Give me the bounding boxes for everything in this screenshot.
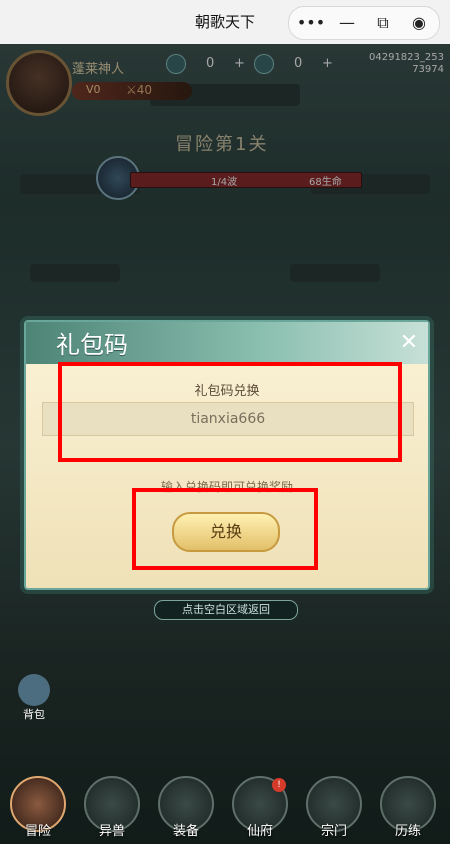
- nav-label: 装备: [172, 824, 199, 839]
- record-icon[interactable]: ◉: [401, 7, 437, 39]
- nav-label: 异兽: [98, 824, 125, 839]
- nav-adventure[interactable]: 冒险: [6, 776, 70, 844]
- nav-label: 仙府: [246, 824, 273, 839]
- nav-training[interactable]: 历练: [376, 776, 440, 844]
- nav-beasts[interactable]: 异兽: [80, 776, 144, 844]
- close-icon[interactable]: ✕: [394, 328, 424, 358]
- alert-badge: !: [272, 778, 286, 792]
- tap-to-close-hint[interactable]: 点击空白区域返回: [154, 600, 298, 620]
- nav-label: 冒险: [24, 824, 51, 839]
- bottom-nav: 冒险 异兽 装备 ! 仙府 宗门 历练: [0, 776, 450, 844]
- swap-icon[interactable]: ⧉: [365, 7, 401, 39]
- more-dots-icon[interactable]: •••: [293, 7, 329, 39]
- nav-label: 宗门: [320, 824, 347, 839]
- bag-label: 背包: [23, 708, 45, 721]
- mini-program-title-bar: 朝歌天下 ••• — ⧉ ◉: [0, 0, 450, 45]
- highlight-box-button: [132, 488, 318, 570]
- bag-icon: [18, 674, 50, 706]
- dialog-title: 礼包码: [56, 331, 128, 359]
- nav-sect[interactable]: 宗门: [302, 776, 366, 844]
- minimize-icon[interactable]: —: [329, 7, 365, 39]
- nav-equipment[interactable]: 装备: [154, 776, 218, 844]
- bag-button[interactable]: 背包: [14, 674, 54, 722]
- nav-immortal-house[interactable]: ! 仙府: [228, 776, 292, 844]
- nav-label: 历练: [394, 824, 421, 839]
- dialog-header: 礼包码 ✕: [26, 322, 428, 364]
- capsule-menu: ••• — ⧉ ◉: [288, 6, 440, 40]
- highlight-box-input: [58, 362, 402, 462]
